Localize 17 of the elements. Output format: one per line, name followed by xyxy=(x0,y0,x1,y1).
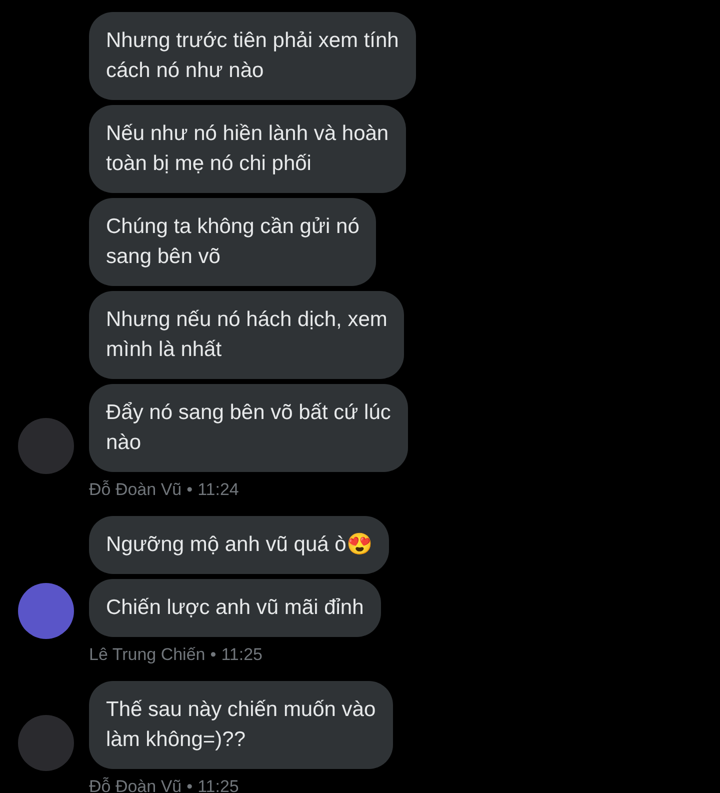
message-bubble: Chúng ta không cần gửi nó sang bên võ xyxy=(89,198,376,286)
message-bubble: Nhưng trước tiên phải xem tính cách nó như nào xyxy=(89,12,416,100)
separator-dot: • xyxy=(186,480,193,500)
sender-name: Lê Trung Chiến xyxy=(89,645,206,665)
message-bubble: Chiến lược anh vũ mãi đỉnh xyxy=(89,579,381,637)
message-bubble: Ngưỡng mộ anh vũ quá ò😍 xyxy=(89,516,390,574)
sender-name: Đỗ Đoàn Vũ xyxy=(89,480,182,500)
separator-dot: • xyxy=(186,777,193,793)
message-bubble: Đẩy nó sang bên võ bất cứ lúc nào xyxy=(89,384,408,472)
message-bubble: Nhưng nếu nó hách dịch, xem mình là nhất xyxy=(89,291,404,379)
message-time: 11:24 xyxy=(198,480,239,500)
message-bubble: Thế sau này chiến muốn vào làm không=)?? xyxy=(89,681,393,769)
message-bubble: Nếu như nó hiền lành và hoàn toàn bị mẹ nó chi phối xyxy=(89,105,406,193)
message-time: 11:25 xyxy=(198,777,239,793)
sender-name: Đỗ Đoàn Vũ xyxy=(89,777,182,793)
separator-dot: • xyxy=(210,645,216,665)
message-time: 11:25 xyxy=(221,645,262,665)
